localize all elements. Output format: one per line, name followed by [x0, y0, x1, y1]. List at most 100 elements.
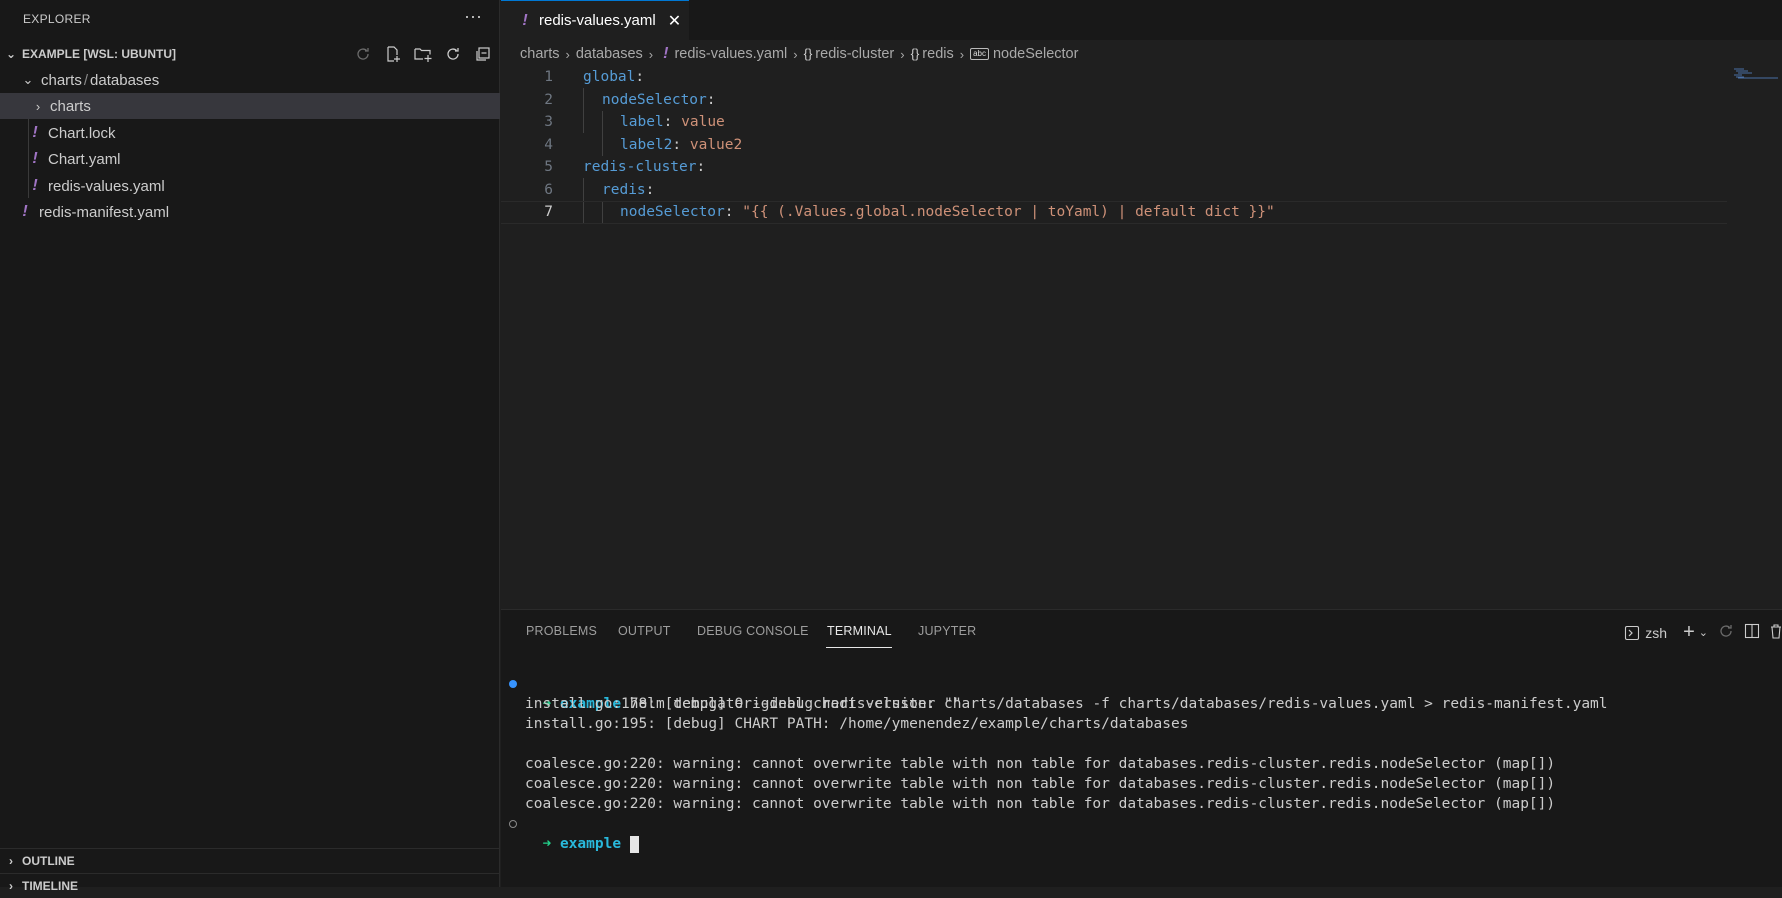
explorer-title: EXPLORER	[23, 12, 91, 26]
terminal-actions: zsh + ⌄	[1624, 621, 1782, 644]
workspace-label: EXAMPLE [WSL: UBUNTU]	[22, 47, 176, 61]
terminal-profile[interactable]: zsh	[1624, 625, 1667, 641]
chevron-right-icon: ›	[9, 879, 13, 893]
breadcrumb-node-selector[interactable]: abc nodeSelector	[970, 46, 1078, 62]
split-terminal-icon[interactable]	[1744, 623, 1760, 642]
breadcrumb-file[interactable]: ! redis-values.yaml	[659, 45, 787, 63]
terminal-output-line: install.go:178: [debug] Original chart v…	[525, 696, 962, 712]
chevron-right-icon: ›	[35, 98, 41, 114]
terminal-output-line: coalesce.go:220: warning: cannot overwri…	[525, 776, 1556, 792]
tab-redis-values[interactable]: ! redis-values.yaml ✕	[501, 0, 689, 40]
terminal-output-line: install.go:195: [debug] CHART PATH: /hom…	[525, 716, 1189, 732]
terminal-icon	[1625, 625, 1640, 640]
breadcrumb: charts › databases › ! redis-values.yaml …	[520, 42, 1078, 66]
code-editor[interactable]: 1 global: 2 nodeSelector: 3 label: value…	[501, 66, 1782, 606]
outline-section-header[interactable]: › OUTLINE	[0, 848, 500, 873]
breadcrumb-charts[interactable]: charts	[520, 46, 560, 62]
code-text: global:	[583, 69, 645, 86]
yaml-file-icon: !	[32, 177, 38, 194]
new-file-icon[interactable]	[384, 45, 402, 63]
terminal-cursor	[629, 835, 639, 853]
tree-item-chart-lock[interactable]: ! Chart.lock	[0, 120, 500, 146]
chevron-right-icon: ›	[648, 46, 654, 62]
bottom-panel: PROBLEMS OUTPUT DEBUG CONSOLE TERMINAL J…	[501, 609, 1782, 887]
folder-path-label: charts / databases	[41, 71, 160, 89]
trash-icon[interactable]	[1770, 623, 1782, 642]
breadcrumb-databases[interactable]: databases	[576, 46, 643, 62]
minimap[interactable]	[1734, 66, 1778, 80]
object-braces-icon: {}	[803, 46, 813, 61]
tab-terminal[interactable]: TERMINAL	[827, 624, 892, 638]
collapse-all-icon[interactable]	[474, 45, 492, 63]
chevron-down-icon: ⌄	[22, 72, 34, 87]
tree-item-label: Chart.lock	[48, 124, 116, 142]
tree-item-label: charts	[50, 97, 91, 115]
chevron-right-icon: ›	[9, 854, 13, 868]
terminal-command-line: ➜ example helm template --debug redis-cl…	[525, 674, 1607, 712]
timeline-label: TIMELINE	[22, 879, 78, 893]
yaml-file-icon: !	[22, 203, 28, 220]
string-key-icon: abc	[970, 48, 989, 61]
line-number: 3	[544, 114, 553, 131]
line-number: 6	[544, 181, 553, 198]
prompt-arrow: ➜	[542, 836, 552, 852]
code-text: nodeSelector:	[602, 91, 716, 108]
tab-debug-console[interactable]: DEBUG CONSOLE	[697, 624, 809, 638]
code-text: redis-cluster:	[583, 159, 706, 176]
tree-item-redis-values[interactable]: ! redis-values.yaml	[0, 173, 500, 199]
terminal-output-line: coalesce.go:220: warning: cannot overwri…	[525, 796, 1556, 812]
chevron-down-icon: ⌄	[5, 47, 17, 61]
terminal-prompt-line[interactable]: ➜ example	[525, 814, 639, 853]
terminal-output-line: coalesce.go:220: warning: cannot overwri…	[525, 756, 1556, 772]
refresh-disabled-icon[interactable]	[354, 45, 372, 63]
tree-item-chart-yaml[interactable]: ! Chart.yaml	[0, 146, 500, 172]
line-number: 2	[544, 91, 553, 108]
yaml-file-icon: !	[522, 11, 528, 29]
breadcrumb-redis-cluster[interactable]: {} redis-cluster	[804, 46, 895, 62]
workspace-section-header[interactable]: ⌄ EXAMPLE [WSL: UBUNTU]	[0, 42, 500, 66]
chevron-right-icon: ›	[793, 46, 798, 62]
code-text: label: value	[620, 114, 725, 131]
object-braces-icon: {}	[910, 46, 920, 61]
line-number: 7	[544, 204, 553, 221]
tree-item-label: Chart.yaml	[48, 150, 121, 168]
code-text: nodeSelector: "{{ (.Values.global.nodeSe…	[620, 204, 1275, 221]
code-line: 4 label2: value2	[501, 134, 1727, 157]
line-number: 1	[544, 69, 553, 86]
code-text: redis:	[602, 181, 655, 198]
chevron-right-icon: ›	[900, 46, 905, 62]
code-line: 2 nodeSelector:	[501, 89, 1727, 112]
line-number: 5	[544, 159, 553, 176]
tree-item-label: redis-manifest.yaml	[39, 203, 170, 221]
tab-problems[interactable]: PROBLEMS	[526, 624, 597, 638]
tree-item-charts-folder[interactable]: › charts	[0, 93, 500, 119]
tree-item-redis-manifest[interactable]: ! redis-manifest.yaml	[0, 199, 500, 225]
line-number: 4	[544, 136, 553, 153]
close-icon[interactable]: ✕	[668, 11, 681, 31]
tab-output[interactable]: OUTPUT	[618, 624, 671, 638]
tree-folder-charts-databases[interactable]: ⌄ charts / databases	[0, 67, 500, 93]
tab-jupyter[interactable]: JUPYTER	[918, 624, 976, 638]
timeline-section-header[interactable]: › TIMELINE	[0, 873, 500, 898]
explorer-toolbar	[354, 42, 492, 66]
yaml-file-icon: !	[663, 45, 669, 62]
outline-label: OUTLINE	[22, 854, 75, 868]
chevron-right-icon: ›	[565, 46, 570, 62]
ellipsis-icon[interactable]: ···	[464, 6, 482, 27]
explorer-sidebar: EXPLORER ··· ⌄ EXAMPLE [WSL: UBUNTU] ⌄ c…	[0, 0, 500, 893]
refresh-explorer-icon[interactable]	[444, 45, 462, 63]
rerun-icon[interactable]	[1718, 623, 1734, 642]
command-success-dot[interactable]	[509, 680, 517, 688]
breadcrumb-redis[interactable]: {} redis	[911, 46, 954, 62]
add-terminal-icon[interactable]: +	[1683, 621, 1695, 644]
code-line: 6 redis:	[501, 179, 1727, 202]
yaml-file-icon: !	[32, 124, 38, 141]
yaml-file-icon: !	[32, 150, 38, 167]
tab-label: redis-values.yaml	[539, 12, 656, 29]
active-tab-indicator	[826, 647, 892, 648]
chevron-down-icon[interactable]: ⌄	[1699, 626, 1708, 639]
new-folder-icon[interactable]	[414, 45, 432, 63]
chevron-right-icon: ›	[959, 46, 965, 62]
editor-tab-bar: ! redis-values.yaml ✕	[501, 0, 1782, 40]
command-pending-dot[interactable]	[509, 820, 517, 828]
